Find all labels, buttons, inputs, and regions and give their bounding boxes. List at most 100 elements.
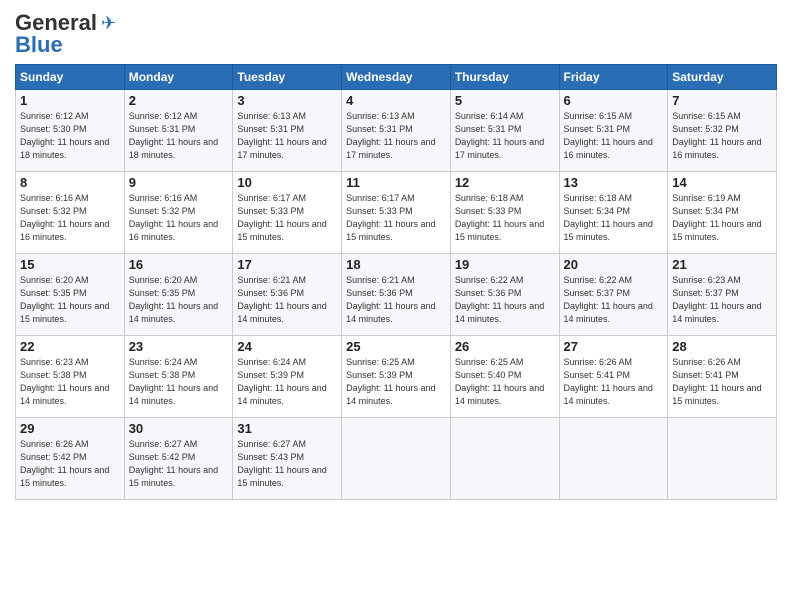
day-info: Sunrise: 6:24 AMSunset: 5:39 PMDaylight:… [237,357,326,406]
day-info: Sunrise: 6:25 AMSunset: 5:40 PMDaylight:… [455,357,544,406]
day-info: Sunrise: 6:14 AMSunset: 5:31 PMDaylight:… [455,111,544,160]
day-info: Sunrise: 6:26 AMSunset: 5:42 PMDaylight:… [20,439,109,488]
day-number: 9 [129,175,229,190]
day-number: 22 [20,339,120,354]
day-number: 2 [129,93,229,108]
calendar-cell: 25 Sunrise: 6:25 AMSunset: 5:39 PMDaylig… [342,336,451,418]
calendar-cell: 24 Sunrise: 6:24 AMSunset: 5:39 PMDaylig… [233,336,342,418]
calendar-cell: 18 Sunrise: 6:21 AMSunset: 5:36 PMDaylig… [342,254,451,336]
calendar-cell: 14 Sunrise: 6:19 AMSunset: 5:34 PMDaylig… [668,172,777,254]
day-info: Sunrise: 6:20 AMSunset: 5:35 PMDaylight:… [129,275,218,324]
calendar-header-monday: Monday [124,65,233,90]
calendar-cell: 16 Sunrise: 6:20 AMSunset: 5:35 PMDaylig… [124,254,233,336]
day-info: Sunrise: 6:26 AMSunset: 5:41 PMDaylight:… [672,357,761,406]
day-number: 17 [237,257,337,272]
calendar-cell: 22 Sunrise: 6:23 AMSunset: 5:38 PMDaylig… [16,336,125,418]
day-number: 23 [129,339,229,354]
day-info: Sunrise: 6:12 AMSunset: 5:30 PMDaylight:… [20,111,109,160]
calendar-cell: 1 Sunrise: 6:12 AMSunset: 5:30 PMDayligh… [16,90,125,172]
calendar-week-1: 1 Sunrise: 6:12 AMSunset: 5:30 PMDayligh… [16,90,777,172]
day-number: 27 [564,339,664,354]
day-number: 12 [455,175,555,190]
calendar-cell: 13 Sunrise: 6:18 AMSunset: 5:34 PMDaylig… [559,172,668,254]
day-number: 10 [237,175,337,190]
calendar-week-4: 22 Sunrise: 6:23 AMSunset: 5:38 PMDaylig… [16,336,777,418]
day-info: Sunrise: 6:26 AMSunset: 5:41 PMDaylight:… [564,357,653,406]
day-number: 19 [455,257,555,272]
calendar-cell: 21 Sunrise: 6:23 AMSunset: 5:37 PMDaylig… [668,254,777,336]
calendar-cell: 8 Sunrise: 6:16 AMSunset: 5:32 PMDayligh… [16,172,125,254]
day-number: 8 [20,175,120,190]
day-number: 4 [346,93,446,108]
day-number: 26 [455,339,555,354]
calendar-cell: 26 Sunrise: 6:25 AMSunset: 5:40 PMDaylig… [450,336,559,418]
logo-blue: Blue [15,32,63,58]
day-number: 13 [564,175,664,190]
calendar-cell: 30 Sunrise: 6:27 AMSunset: 5:42 PMDaylig… [124,418,233,500]
calendar-header-row: SundayMondayTuesdayWednesdayThursdayFrid… [16,65,777,90]
day-number: 31 [237,421,337,436]
calendar-cell: 7 Sunrise: 6:15 AMSunset: 5:32 PMDayligh… [668,90,777,172]
day-info: Sunrise: 6:19 AMSunset: 5:34 PMDaylight:… [672,193,761,242]
logo: General ✈ Blue [15,10,116,58]
calendar-cell [559,418,668,500]
calendar-cell: 3 Sunrise: 6:13 AMSunset: 5:31 PMDayligh… [233,90,342,172]
day-info: Sunrise: 6:16 AMSunset: 5:32 PMDaylight:… [20,193,109,242]
calendar-week-3: 15 Sunrise: 6:20 AMSunset: 5:35 PMDaylig… [16,254,777,336]
day-info: Sunrise: 6:25 AMSunset: 5:39 PMDaylight:… [346,357,435,406]
calendar-cell: 2 Sunrise: 6:12 AMSunset: 5:31 PMDayligh… [124,90,233,172]
day-number: 25 [346,339,446,354]
day-number: 18 [346,257,446,272]
day-info: Sunrise: 6:16 AMSunset: 5:32 PMDaylight:… [129,193,218,242]
day-info: Sunrise: 6:23 AMSunset: 5:37 PMDaylight:… [672,275,761,324]
calendar-cell: 9 Sunrise: 6:16 AMSunset: 5:32 PMDayligh… [124,172,233,254]
calendar-header-wednesday: Wednesday [342,65,451,90]
day-info: Sunrise: 6:22 AMSunset: 5:36 PMDaylight:… [455,275,544,324]
calendar-cell: 28 Sunrise: 6:26 AMSunset: 5:41 PMDaylig… [668,336,777,418]
day-info: Sunrise: 6:27 AMSunset: 5:42 PMDaylight:… [129,439,218,488]
calendar-cell: 23 Sunrise: 6:24 AMSunset: 5:38 PMDaylig… [124,336,233,418]
calendar-header-friday: Friday [559,65,668,90]
calendar-cell: 4 Sunrise: 6:13 AMSunset: 5:31 PMDayligh… [342,90,451,172]
day-info: Sunrise: 6:20 AMSunset: 5:35 PMDaylight:… [20,275,109,324]
calendar-cell [450,418,559,500]
page: General ✈ Blue SundayMondayTuesdayWednes… [0,0,792,612]
header: General ✈ Blue [15,10,777,58]
calendar-cell: 11 Sunrise: 6:17 AMSunset: 5:33 PMDaylig… [342,172,451,254]
day-info: Sunrise: 6:17 AMSunset: 5:33 PMDaylight:… [237,193,326,242]
calendar-cell: 5 Sunrise: 6:14 AMSunset: 5:31 PMDayligh… [450,90,559,172]
day-number: 14 [672,175,772,190]
calendar-table: SundayMondayTuesdayWednesdayThursdayFrid… [15,64,777,500]
day-number: 3 [237,93,337,108]
day-info: Sunrise: 6:13 AMSunset: 5:31 PMDaylight:… [237,111,326,160]
calendar-cell [342,418,451,500]
calendar-cell: 17 Sunrise: 6:21 AMSunset: 5:36 PMDaylig… [233,254,342,336]
day-number: 11 [346,175,446,190]
calendar-cell: 31 Sunrise: 6:27 AMSunset: 5:43 PMDaylig… [233,418,342,500]
day-number: 30 [129,421,229,436]
day-info: Sunrise: 6:15 AMSunset: 5:31 PMDaylight:… [564,111,653,160]
day-info: Sunrise: 6:21 AMSunset: 5:36 PMDaylight:… [237,275,326,324]
day-info: Sunrise: 6:23 AMSunset: 5:38 PMDaylight:… [20,357,109,406]
day-info: Sunrise: 6:18 AMSunset: 5:34 PMDaylight:… [564,193,653,242]
day-number: 29 [20,421,120,436]
day-info: Sunrise: 6:18 AMSunset: 5:33 PMDaylight:… [455,193,544,242]
calendar-week-5: 29 Sunrise: 6:26 AMSunset: 5:42 PMDaylig… [16,418,777,500]
day-info: Sunrise: 6:15 AMSunset: 5:32 PMDaylight:… [672,111,761,160]
day-info: Sunrise: 6:21 AMSunset: 5:36 PMDaylight:… [346,275,435,324]
calendar-cell: 6 Sunrise: 6:15 AMSunset: 5:31 PMDayligh… [559,90,668,172]
calendar-cell [668,418,777,500]
day-number: 15 [20,257,120,272]
day-number: 1 [20,93,120,108]
calendar-header-sunday: Sunday [16,65,125,90]
day-number: 21 [672,257,772,272]
calendar-cell: 12 Sunrise: 6:18 AMSunset: 5:33 PMDaylig… [450,172,559,254]
day-info: Sunrise: 6:13 AMSunset: 5:31 PMDaylight:… [346,111,435,160]
day-info: Sunrise: 6:17 AMSunset: 5:33 PMDaylight:… [346,193,435,242]
day-number: 24 [237,339,337,354]
day-info: Sunrise: 6:24 AMSunset: 5:38 PMDaylight:… [129,357,218,406]
calendar-header-thursday: Thursday [450,65,559,90]
day-info: Sunrise: 6:12 AMSunset: 5:31 PMDaylight:… [129,111,218,160]
day-number: 20 [564,257,664,272]
calendar-header-saturday: Saturday [668,65,777,90]
